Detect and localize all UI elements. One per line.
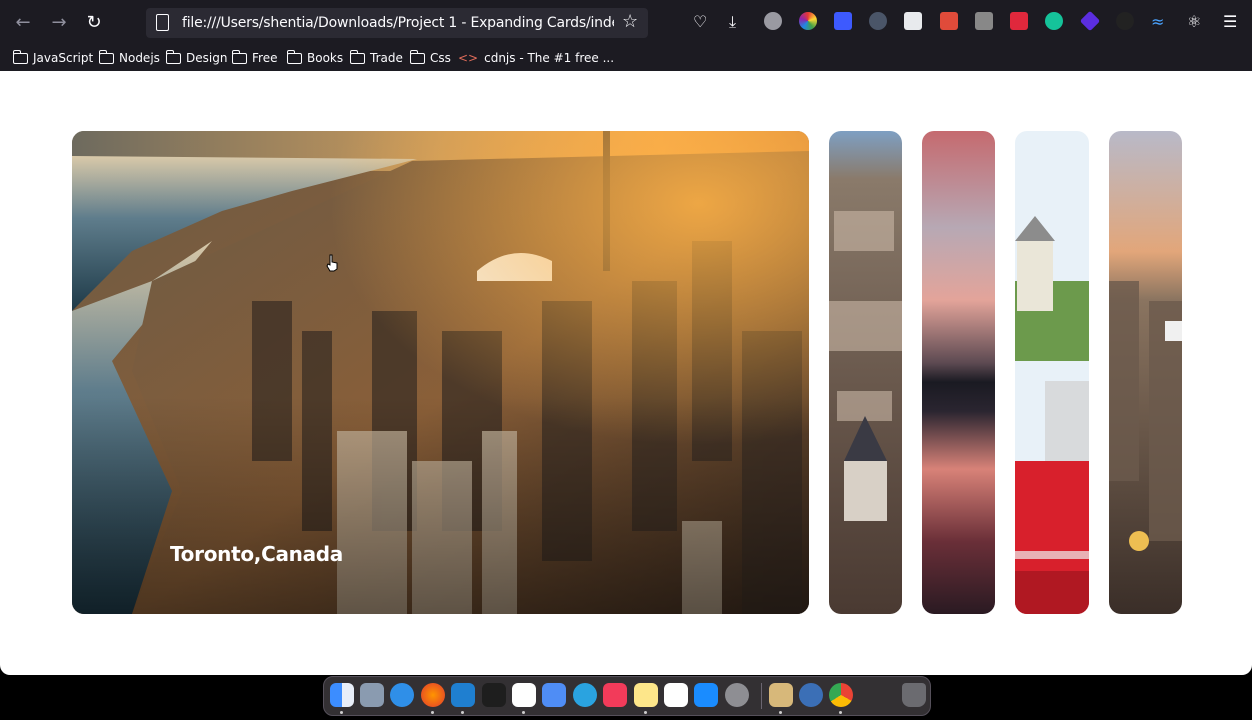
folder-icon [410, 49, 425, 64]
extension-icon[interactable] [869, 12, 887, 30]
extension-icon[interactable] [764, 12, 782, 30]
page-icon [156, 14, 169, 31]
music-icon[interactable] [603, 683, 627, 707]
reload-button[interactable]: ↻ [82, 11, 106, 35]
bookmark-nodejs[interactable]: Nodejs [99, 49, 160, 67]
reload-icon: ↻ [86, 12, 102, 33]
bookmark-label: Free [252, 51, 278, 65]
dock-separator [761, 683, 762, 709]
bookmark-trade[interactable]: Trade [350, 49, 403, 67]
running-indicator [779, 711, 782, 714]
card-2-image [829, 131, 902, 614]
card-3-image [922, 131, 995, 614]
url-bar[interactable]: file:///Users/shentia/Downloads/Project … [146, 8, 648, 38]
finder-icon[interactable] [330, 683, 354, 707]
launchpad-icon[interactable] [360, 683, 384, 707]
telegram-icon[interactable] [573, 683, 597, 707]
screenshot-icon[interactable] [799, 683, 823, 707]
folder-icon [166, 49, 181, 64]
bookmark-label: cdnjs - The #1 free ... [484, 51, 615, 65]
bookmark-label: Trade [370, 51, 403, 65]
notes-icon[interactable] [634, 683, 658, 707]
card-title: Toronto,Canada [170, 542, 343, 566]
trash-icon[interactable] [902, 683, 926, 707]
grammarly-icon[interactable] [1045, 12, 1063, 30]
bookmark-javascript[interactable]: JavaScript [13, 49, 93, 67]
card-4[interactable] [1015, 131, 1089, 614]
macos-dock [323, 676, 931, 716]
safari-icon[interactable] [390, 683, 414, 707]
bookmark-cdnjs[interactable]: <> cdnjs - The #1 free ... [458, 49, 614, 67]
extension-icon[interactable] [904, 12, 922, 30]
bookmark-free[interactable]: Free [232, 49, 277, 67]
page-viewport: Toronto,Canada [0, 71, 1252, 675]
bookmark-star-icon[interactable]: ☆ [622, 11, 638, 32]
running-indicator [340, 711, 343, 714]
card-3[interactable] [922, 131, 995, 614]
running-indicator [431, 711, 434, 714]
news-icon[interactable] [664, 683, 688, 707]
system-preferences-icon[interactable] [725, 683, 749, 707]
running-indicator [839, 711, 842, 714]
folder-icon [287, 49, 302, 64]
bookmark-label: Books [307, 51, 344, 65]
app-store-icon[interactable] [694, 683, 718, 707]
mail-icon[interactable] [542, 683, 566, 707]
bookmarks-bar: JavaScript Nodejs Design Free Books Trad… [0, 45, 1252, 71]
folder-icon [13, 49, 28, 64]
extension-icon[interactable] [834, 12, 852, 30]
back-button[interactable]: ← [11, 11, 35, 35]
folder-icon [350, 49, 365, 64]
bookmark-css[interactable]: Css [410, 49, 451, 67]
menu-icon[interactable]: ☰ [1223, 11, 1237, 33]
card-2[interactable] [829, 131, 902, 614]
downloads-icon[interactable]: ⤓ [729, 11, 736, 33]
bookmark-design[interactable]: Design [166, 49, 227, 67]
hand-cursor-icon [326, 254, 338, 272]
card-5[interactable] [1109, 131, 1182, 614]
browser-toolbar: ← → ↻ file:///Users/shentia/Downloads/Pr… [0, 0, 1252, 45]
firefox-icon[interactable] [421, 683, 445, 707]
bookmark-label: JavaScript [33, 51, 94, 65]
chrome-icon[interactable] [829, 683, 853, 707]
bookmark-books[interactable]: Books [287, 49, 343, 67]
files-icon[interactable] [769, 683, 793, 707]
figma-icon[interactable] [482, 683, 506, 707]
color-wheel-extension-icon[interactable] [799, 12, 817, 30]
slack-icon[interactable] [512, 683, 536, 707]
extension-icon[interactable] [1010, 12, 1028, 30]
extension-icon[interactable] [1079, 10, 1101, 32]
extension-icon[interactable] [1116, 12, 1134, 30]
running-indicator [522, 711, 525, 714]
card-5-image [1109, 131, 1182, 614]
folder-icon [99, 49, 114, 64]
running-indicator [461, 711, 464, 714]
card-toronto[interactable]: Toronto,Canada [72, 131, 809, 614]
running-indicator [644, 711, 647, 714]
forward-button[interactable]: → [47, 11, 71, 35]
folder-icon [232, 49, 247, 64]
pocket-icon[interactable]: ♡ [693, 11, 707, 33]
bookmark-label: Nodejs [119, 51, 160, 65]
extension-icon[interactable] [940, 12, 958, 30]
extension-icon[interactable]: ≈ [1151, 11, 1164, 33]
app-icon[interactable] [874, 683, 898, 707]
arrow-right-icon: → [51, 12, 67, 33]
card-4-image [1015, 131, 1089, 614]
vscode-icon[interactable] [451, 683, 475, 707]
arrow-left-icon: ← [15, 12, 31, 33]
code-icon: <> [458, 51, 479, 65]
bookmark-label: Css [430, 51, 451, 65]
bookmark-label: Design [186, 51, 228, 65]
react-devtools-icon[interactable]: ⚛ [1187, 11, 1201, 33]
extension-icon[interactable] [975, 12, 993, 30]
url-text[interactable]: file:///Users/shentia/Downloads/Project … [182, 15, 614, 31]
